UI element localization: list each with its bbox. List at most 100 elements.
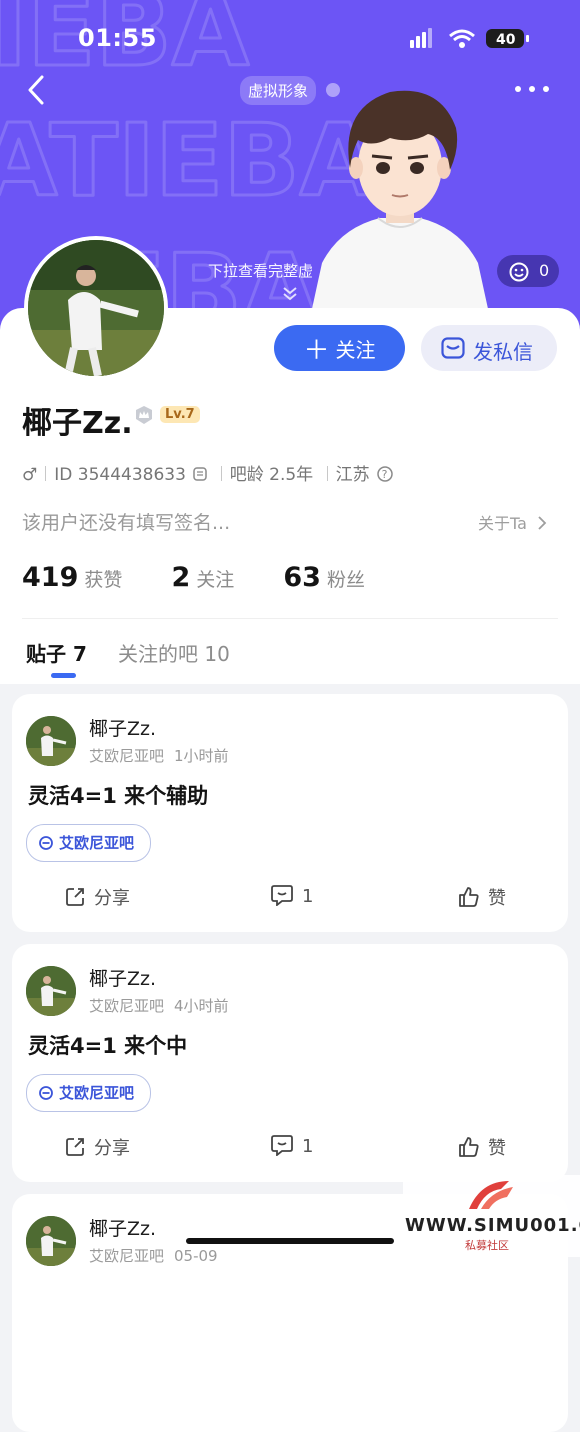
user-id: ID 3544438633 (54, 465, 186, 485)
signal-wifi-battery-icon: 40 (410, 28, 529, 48)
comment-icon (271, 885, 293, 907)
tieba-age: 吧龄 2.5年 (229, 465, 314, 485)
status-icons: 40 (410, 26, 530, 54)
post-forum-name[interactable]: 艾欧尼亚吧 (89, 1247, 164, 1265)
stat-fans[interactable]: 63 粉丝 (283, 562, 365, 593)
post-forum-tag[interactable]: 艾欧尼亚吧 (26, 1074, 152, 1112)
message-label: 发私信 (473, 342, 533, 364)
about-label: 关于Ta (478, 514, 527, 533)
divider (22, 618, 558, 619)
post-author[interactable]: 椰子Zz. (89, 1214, 156, 1241)
level-badge[interactable]: Lv.7 (160, 406, 200, 423)
avatar-like-button[interactable]: 0 (497, 255, 559, 287)
post-forum-tag[interactable]: 艾欧尼亚吧 (26, 824, 152, 862)
share-label: 分享 (94, 888, 130, 909)
stat-following-value: 2 (171, 562, 191, 593)
watermark-text: WWW.SIMU001.CN (405, 1215, 580, 1236)
smile-icon (509, 262, 529, 282)
post-time: 1小时前 (174, 747, 229, 765)
post-forum-name[interactable]: 艾欧尼亚吧 (89, 747, 164, 765)
help-icon[interactable]: ? (377, 466, 393, 482)
stat-following-label: 关注 (196, 569, 235, 591)
like-label: 赞 (488, 1138, 506, 1159)
svg-text:?: ? (382, 468, 388, 481)
watermark-subtext: 私募社区 (465, 1239, 509, 1252)
post-forum-tag-label: 艾欧尼亚吧 (59, 834, 135, 852)
post-meta: 艾欧尼亚吧 4小时前 (89, 995, 229, 1016)
plus-icon: ＋ (303, 334, 330, 365)
post-forum-tag-label: 艾欧尼亚吧 (59, 1084, 135, 1102)
share-icon (66, 1138, 84, 1156)
message-icon (441, 337, 465, 359)
post-avatar[interactable] (26, 966, 76, 1016)
watermark-logo-icon (469, 1181, 513, 1209)
location: 江苏 (335, 465, 370, 485)
forum-icon (39, 836, 53, 850)
double-chevron-down-icon (283, 287, 297, 301)
post-time: 05-09 (174, 1247, 218, 1265)
stat-likes-value: 419 (22, 562, 79, 593)
profile-name: 椰子Zz. (22, 406, 133, 441)
copy-icon[interactable] (193, 467, 208, 481)
stats-row: 419 获赞 2 关注 63 粉丝 (22, 562, 365, 593)
stat-following[interactable]: 2 关注 (171, 562, 239, 593)
comment-count: 1 (302, 1136, 314, 1157)
post-author[interactable]: 椰子Zz. (89, 964, 156, 991)
like-label: 赞 (488, 888, 506, 909)
post-title[interactable]: 灵活4=1 来个中 (28, 1030, 187, 1060)
share-button[interactable]: 分享 (64, 884, 130, 910)
post-avatar-photo (26, 966, 76, 1016)
status-bar: 01:55 40 (0, 0, 580, 78)
stat-fans-label: 粉丝 (326, 569, 365, 591)
chevron-right-icon (538, 516, 547, 530)
like-button[interactable]: 赞 (458, 1134, 506, 1160)
comment-button[interactable]: 1 (270, 1134, 313, 1157)
avatar-photo (28, 240, 164, 376)
comment-button[interactable]: 1 (270, 884, 313, 907)
comment-icon (271, 1135, 293, 1157)
message-button[interactable]: 发私信 (421, 325, 557, 371)
home-indicator[interactable] (186, 1238, 394, 1244)
virtual-avatar-figure[interactable] (300, 78, 500, 318)
share-label: 分享 (94, 1138, 130, 1159)
tab-indicator (51, 673, 76, 678)
post-avatar-photo (26, 1216, 76, 1266)
back-icon[interactable] (22, 72, 56, 108)
battery-level: 40 (496, 32, 516, 48)
post-author[interactable]: 椰子Zz. (89, 714, 156, 741)
follow-button[interactable]: ＋关注 (274, 325, 405, 371)
post-meta: 艾欧尼亚吧 1小时前 (89, 745, 229, 766)
follow-label: 关注 (335, 339, 376, 362)
more-icon[interactable] (512, 78, 552, 100)
bio: 该用户还没有填写签名... (22, 512, 231, 534)
like-button[interactable]: 赞 (458, 884, 506, 910)
avatar[interactable] (24, 236, 168, 380)
stat-fans-value: 63 (283, 562, 321, 593)
post-avatar-photo (26, 716, 76, 766)
tab-followed-forums[interactable]: 关注的吧 10 (118, 638, 230, 667)
comment-count: 1 (302, 886, 314, 907)
post-forum-name[interactable]: 艾欧尼亚吧 (89, 997, 164, 1015)
crown-badge-icon[interactable] (134, 405, 154, 425)
post-avatar[interactable] (26, 1216, 76, 1266)
post-title[interactable]: 灵活4=1 来个辅助 (28, 780, 208, 810)
post-card[interactable]: 椰子Zz. 艾欧尼亚吧 1小时前 灵活4=1 来个辅助 艾欧尼亚吧 分享 1 赞 (12, 694, 568, 932)
stat-likes[interactable]: 419 获赞 (22, 562, 127, 593)
profile-meta: ♂ ID 3544438633 吧龄 2.5年 江苏 ? (22, 460, 393, 485)
share-button[interactable]: 分享 (64, 1134, 130, 1160)
avatar-like-count: 0 (539, 261, 550, 280)
status-time: 01:55 (78, 24, 157, 52)
about-link[interactable]: 关于Ta (478, 510, 548, 534)
gender-icon: ♂ (22, 465, 38, 485)
tab-posts[interactable]: 贴子 7 (26, 638, 87, 667)
watermark: WWW.SIMU001.CN 私募社区 (403, 1175, 580, 1257)
post-avatar[interactable] (26, 716, 76, 766)
post-card[interactable]: 椰子Zz. 艾欧尼亚吧 4小时前 灵活4=1 来个中 艾欧尼亚吧 分享 1 赞 (12, 944, 568, 1182)
post-time: 4小时前 (174, 997, 229, 1015)
pull-down-hint: 下拉查看完整虚 (208, 262, 314, 280)
share-icon (66, 888, 84, 906)
stat-likes-label: 获赞 (84, 569, 123, 591)
thumbs-up-icon (459, 887, 479, 907)
forum-icon (39, 1086, 53, 1100)
post-meta: 艾欧尼亚吧 05-09 (89, 1245, 218, 1266)
